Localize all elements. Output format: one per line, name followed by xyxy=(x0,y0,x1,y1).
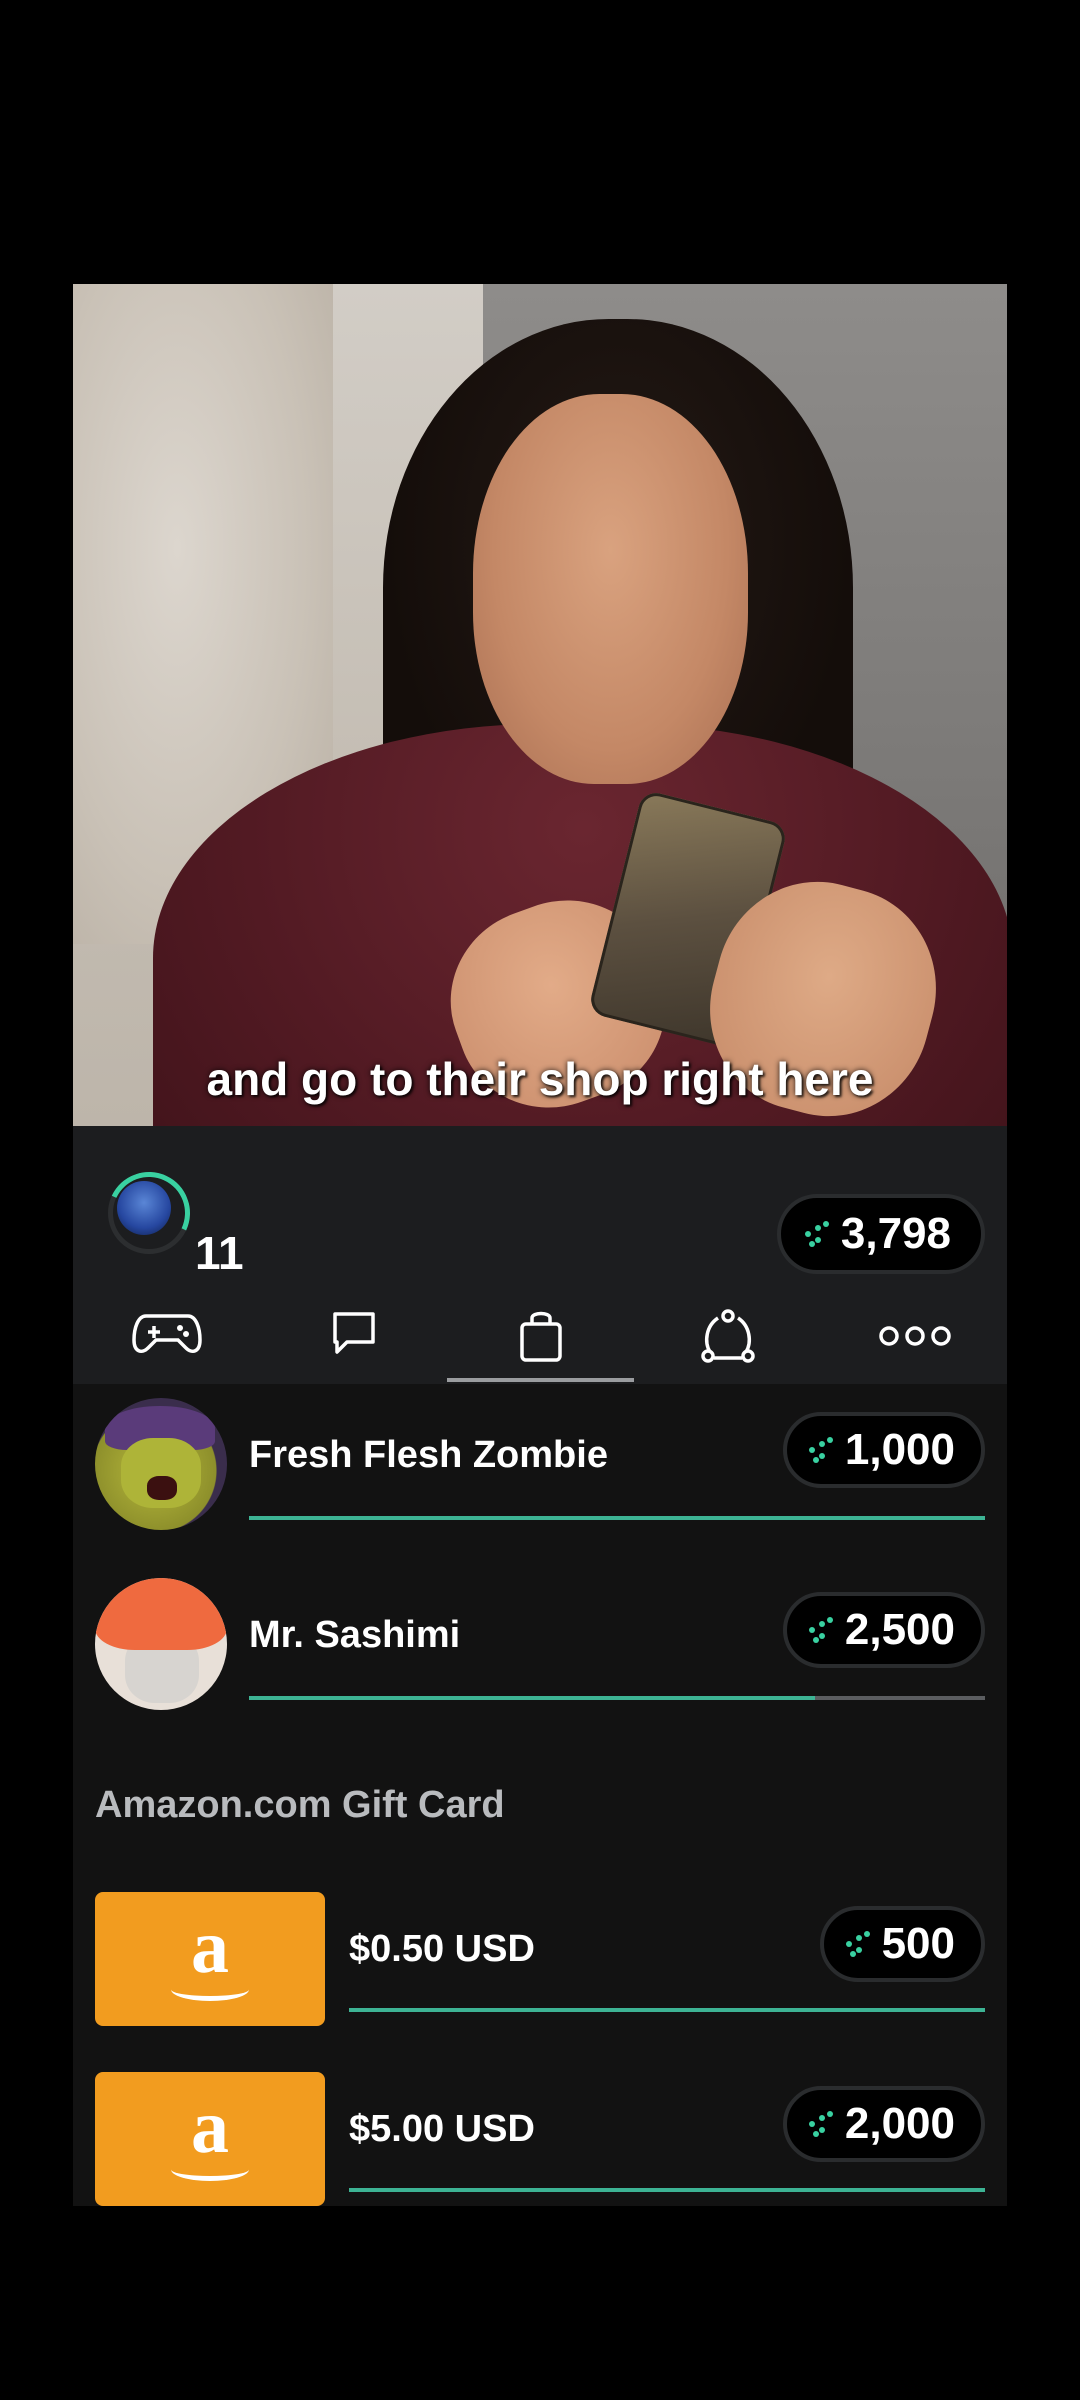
gamepad-icon xyxy=(131,1314,202,1354)
price-value: 2,000 xyxy=(844,2099,955,2148)
price-value: 2,500 xyxy=(844,1605,955,1654)
shop-panel: 11 3,798 Fresh Flesh Zombie 1,000 Mr. Sa… xyxy=(73,1126,1007,2206)
token-icon xyxy=(808,1617,835,1643)
token-icon xyxy=(804,1221,831,1247)
price-button[interactable]: 2,000 xyxy=(782,2086,985,2162)
gift-card-item[interactable]: a $0.50 USD 500 xyxy=(73,1892,1007,2072)
token-icon xyxy=(808,2111,835,2137)
price-button[interactable]: 2,500 xyxy=(782,1592,985,1668)
item-name: Fresh Flesh Zombie xyxy=(249,1434,608,1476)
gift-card-label: $0.50 USD xyxy=(349,1928,535,1970)
item-name: Mr. Sashimi xyxy=(249,1614,461,1656)
chat-bubble-icon xyxy=(332,1312,375,1354)
token-icon xyxy=(808,1437,835,1463)
tab-bar xyxy=(73,1296,1007,1384)
avatar[interactable] xyxy=(108,1172,190,1254)
divider xyxy=(249,1516,985,1520)
tab-social[interactable] xyxy=(634,1296,821,1384)
token-balance[interactable]: 3,798 xyxy=(776,1194,985,1274)
token-balance-value: 3,798 xyxy=(840,1209,951,1258)
divider xyxy=(349,2188,985,2192)
level-badge: 11 xyxy=(195,1227,244,1279)
amazon-logo-icon: a xyxy=(95,2072,325,2206)
item-avatar-sashimi xyxy=(95,1578,227,1710)
section-title: Amazon.com Gift Card xyxy=(95,1784,505,1826)
price-button[interactable]: 500 xyxy=(819,1906,985,1982)
tab-more[interactable] xyxy=(821,1296,1007,1384)
token-icon xyxy=(845,1931,872,1957)
avatar-image xyxy=(117,1181,171,1235)
divider xyxy=(249,1696,985,1700)
gift-card-item[interactable]: a $5.00 USD 2,000 xyxy=(73,2072,1007,2206)
video-caption: and go to their shop right here xyxy=(206,1053,874,1105)
tab-shop[interactable] xyxy=(447,1296,634,1384)
item-avatar-zombie xyxy=(95,1398,227,1530)
tab-games[interactable] xyxy=(73,1296,260,1384)
app-header: 11 3,798 xyxy=(73,1126,1007,1384)
list-item[interactable]: Mr. Sashimi 2,500 xyxy=(73,1564,1007,1744)
video-person-face xyxy=(473,394,748,784)
gift-card-label: $5.00 USD xyxy=(349,2108,535,2150)
more-dots-icon xyxy=(878,1326,951,1346)
video-player[interactable]: and go to their shop right here xyxy=(73,284,1007,1126)
tab-chat[interactable] xyxy=(260,1296,447,1384)
shopping-bag-icon xyxy=(519,1311,562,1362)
price-value: 1,000 xyxy=(844,1425,955,1474)
price-value: 500 xyxy=(881,1919,955,1968)
divider xyxy=(349,2008,985,2012)
amazon-logo-icon: a xyxy=(95,1892,325,2026)
share-nodes-icon xyxy=(700,1309,755,1363)
list-item[interactable]: Fresh Flesh Zombie 1,000 xyxy=(73,1384,1007,1564)
price-button[interactable]: 1,000 xyxy=(782,1412,985,1488)
